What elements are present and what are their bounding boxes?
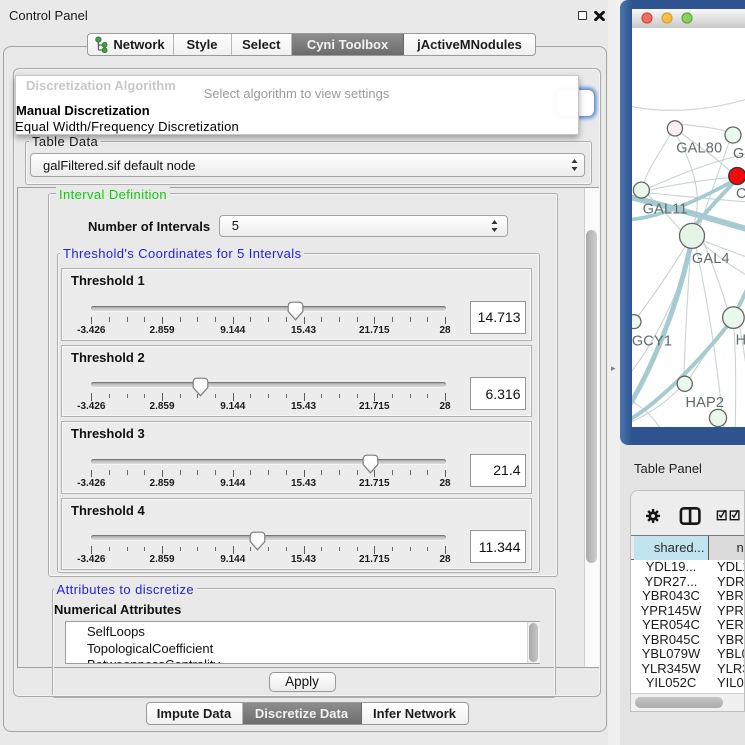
svg-text:GAL: GAL: [733, 146, 745, 162]
svg-text:GAL11: GAL11: [643, 202, 688, 218]
svg-text:GCY1: GCY1: [632, 334, 672, 350]
svg-text:GAL80: GAL80: [676, 141, 722, 157]
svg-text:GAL4: GAL4: [692, 251, 730, 267]
svg-text:C: C: [736, 186, 745, 202]
svg-text:HAP2: HAP2: [686, 395, 725, 411]
svg-text:HIS4: HIS4: [736, 332, 745, 348]
